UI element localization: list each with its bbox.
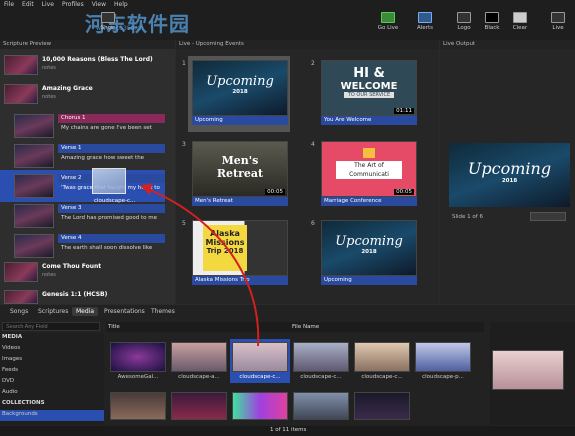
drag-arrow (140, 183, 260, 347)
